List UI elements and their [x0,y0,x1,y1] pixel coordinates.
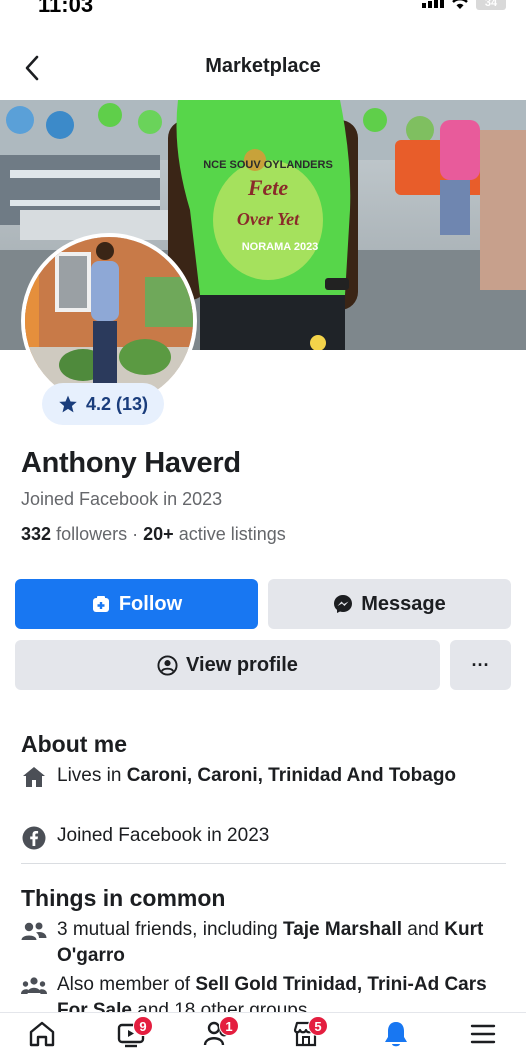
status-bar: 11:03 34 [0,0,526,22]
about-lives-row: Lives in Caroni, Caroni, Trinidad And To… [21,763,496,789]
mutual-friends-icon [21,917,47,969]
follow-icon [92,596,109,612]
shirt-text-line3: Over Yet [237,209,300,229]
follow-label: Follow [118,592,183,615]
tab-friends[interactable]: 1 [197,1016,239,1055]
listings-label[interactable]: active listings [179,524,286,544]
menu-icon [470,1024,496,1044]
tab-menu[interactable] [463,1019,503,1055]
facebook-icon [21,823,47,850]
friends-badge: 1 [219,1016,239,1036]
wifi-icon [452,0,468,9]
rating-badge[interactable]: 4.2 (13) [42,383,165,425]
rating-value: 4.2 (13) [86,393,149,414]
about-joined-text: Joined Facebook in 2023 [57,825,270,846]
view-profile-button[interactable]: View profile [15,640,440,690]
about-joined-row: Joined Facebook in 2023 [21,823,496,850]
friends-prefix: 3 mutual friends, including [57,919,284,940]
message-button[interactable]: Message [268,579,511,629]
mutual-friend-1[interactable]: Taje Marshall [283,919,402,940]
notifications-icon [385,1022,407,1047]
more-options-button[interactable]: ··· [450,640,511,690]
star-icon [59,395,77,413]
status-icons: 34 [422,0,506,10]
about-lives-text: Lives in Caroni, Caroni, Trinidad And To… [57,763,456,789]
mutual-friends-text: 3 mutual friends, including Taje Marshal… [57,917,496,969]
status-time: 11:03 [38,0,94,17]
tab-notifications[interactable] [376,1019,416,1055]
battery-icon: 34 [476,0,506,10]
listings-count: 20+ [143,524,174,544]
view-profile-label: View profile [186,653,298,676]
message-label: Message [361,592,446,615]
home-icon [29,1021,55,1047]
messenger-icon [334,595,353,613]
joined-date: Joined Facebook in 2023 [21,489,223,509]
section-divider [21,863,506,864]
lives-prefix: Lives in [57,765,127,786]
follow-button[interactable]: Follow [15,579,258,629]
shirt-text-line2: Fete [247,175,289,200]
shirt-text-line4: NORAMA 2023 [242,241,319,253]
lives-location[interactable]: Caroni, Caroni, Trinidad And Tobago [127,765,456,786]
video-badge: 9 [133,1016,153,1036]
tab-video[interactable]: 9 [111,1016,153,1055]
followers-label: followers [56,524,128,544]
signal-icon [422,0,444,8]
followers-count: 332 [21,524,52,544]
shirt-text-line1: NCE SOUV OYLANDERS [203,159,333,171]
profile-icon [157,654,178,676]
about-heading: About me [21,731,128,757]
avatar-image [25,237,193,405]
nav-header: Marketplace [0,45,526,89]
tab-home[interactable] [22,1019,62,1055]
common-heading: Things in common [21,885,226,911]
friends-mid: and [402,919,445,940]
seller-stats: 332 followers · 20+ active listings [21,524,286,545]
more-icon: ··· [471,654,490,675]
seller-name: Anthony Haverd [21,447,241,479]
marketplace-badge: 5 [308,1016,328,1036]
page-title: Marketplace [205,55,321,77]
stats-separator: · [132,524,139,544]
mutual-friends-row: 3 mutual friends, including Taje Marshal… [21,917,496,969]
home-location-icon [21,763,47,789]
bottom-tab-bar: 9 1 5 [0,1012,526,1056]
tab-marketplace[interactable]: 5 [286,1016,328,1055]
groups-prefix: Also member of [57,974,196,995]
